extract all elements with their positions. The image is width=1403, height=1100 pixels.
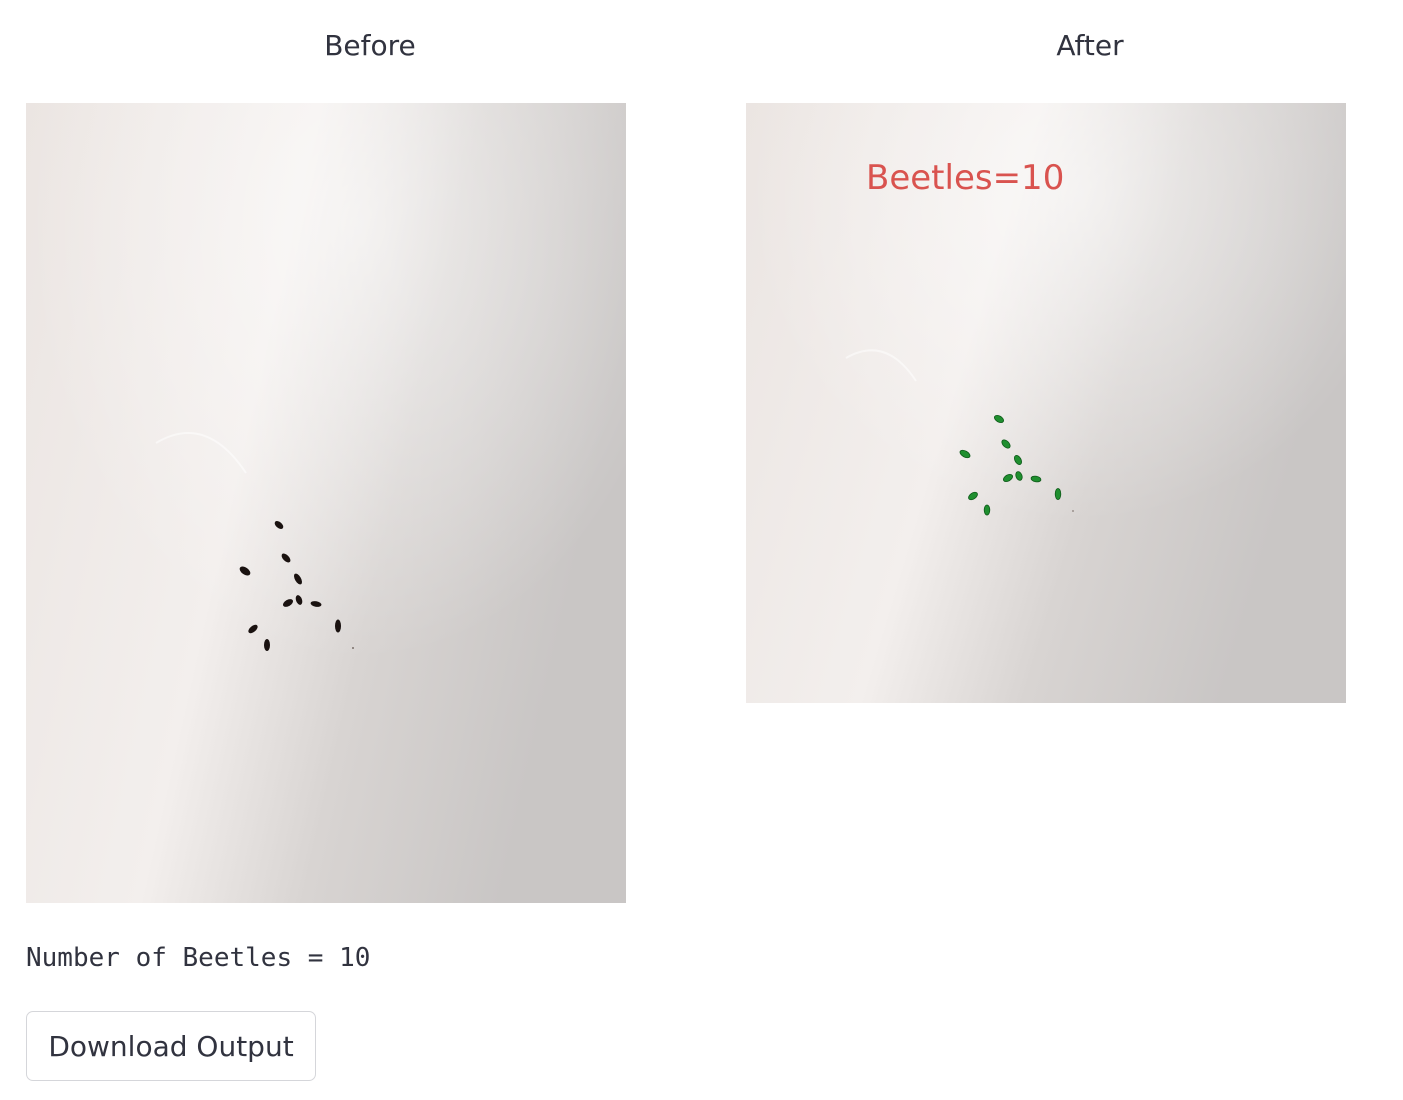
beetle <box>1054 488 1062 500</box>
speck <box>1072 510 1074 512</box>
beetle <box>983 504 991 516</box>
before-image <box>26 103 626 903</box>
speck <box>352 647 354 649</box>
beetle <box>264 639 270 651</box>
beetle-count-text: Number of Beetles = 10 <box>26 943 371 973</box>
after-title: After <box>1056 29 1124 62</box>
overlay-count-label: Beetles=10 <box>866 158 1064 198</box>
app-page: Before After Beetles=10 Number of Beetle… <box>0 0 1403 1100</box>
beetle <box>335 619 341 633</box>
after-image: Beetles=10 <box>746 103 1346 703</box>
before-title: Before <box>324 29 416 62</box>
download-output-button[interactable]: Download Output <box>26 1011 316 1081</box>
